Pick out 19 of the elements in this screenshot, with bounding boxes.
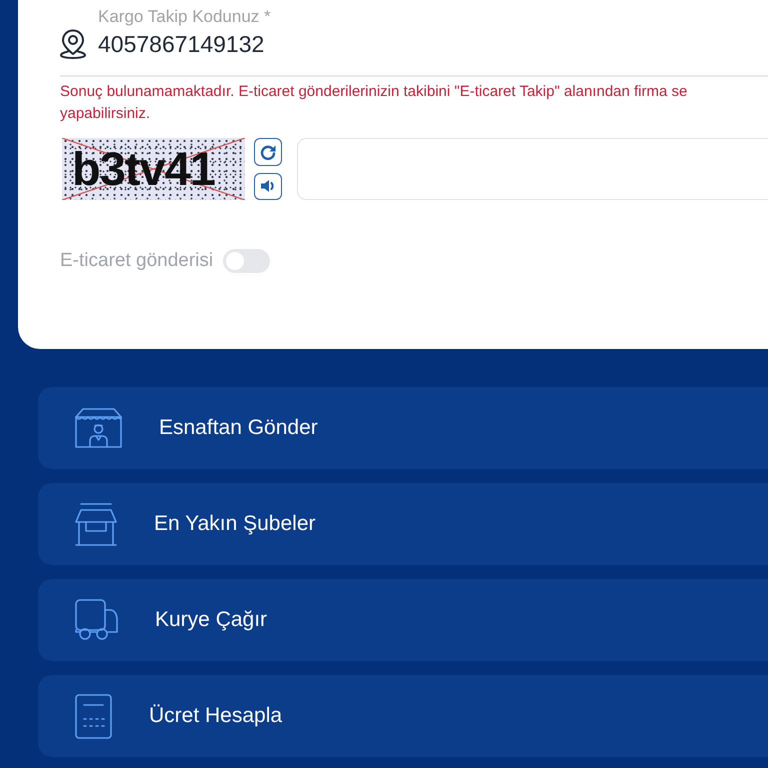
menu-item[interactable]: En Yakın Şubeler	[38, 483, 768, 565]
speaker-icon	[260, 179, 276, 194]
captcha-answer-field[interactable]	[297, 138, 768, 200]
audio-button[interactable]	[254, 172, 282, 200]
toggle-switch[interactable]	[223, 249, 270, 273]
truck-icon	[75, 599, 118, 641]
error-message: Sonuç bulunamamaktadır. E-ticaret gönderilerinizin takibini "E-ticaret Takip" alanından firma se yapabilirsiniz.	[60, 82, 688, 124]
tracking-code-value: 4057867149132	[98, 30, 264, 59]
refresh-button[interactable]	[254, 138, 282, 166]
field-label: Kargo Takip Kodunuz *	[98, 6, 272, 28]
calculator-icon	[75, 694, 112, 738]
storefront-icon	[75, 502, 117, 546]
location-pin-icon	[60, 29, 86, 59]
menu-item[interactable]: Ücret Hesapla	[38, 675, 768, 757]
shop-person-icon	[75, 408, 122, 448]
menu-item[interactable]: Kurye Çağır	[38, 579, 768, 661]
toggle-label: E-ticaret gönderisi	[60, 250, 214, 272]
refresh-icon	[260, 144, 276, 160]
menu-item[interactable]: Esnaftan Gönder	[38, 387, 768, 469]
